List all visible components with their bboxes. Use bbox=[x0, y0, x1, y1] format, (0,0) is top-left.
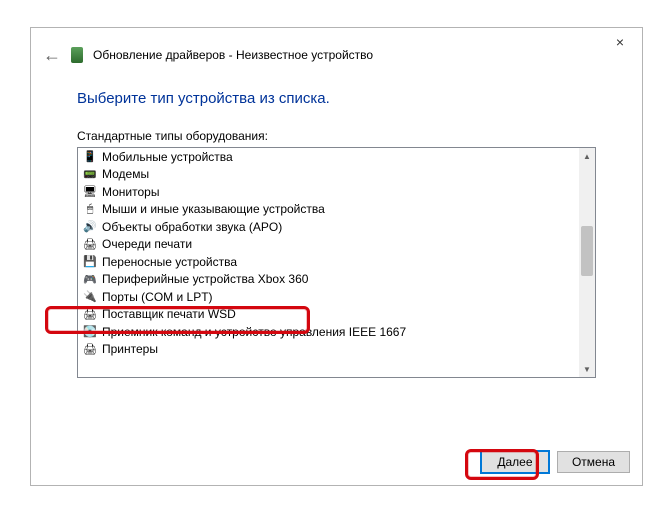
list-item-label: Очереди печати bbox=[102, 237, 192, 251]
back-arrow-icon[interactable]: ← bbox=[43, 46, 61, 64]
list-item-label: Принтеры bbox=[102, 342, 158, 356]
list-item[interactable]: 🖱 Мыши и иные указывающие устройства bbox=[78, 201, 579, 219]
list-item[interactable]: 🔊 Объекты обработки звука (APO) bbox=[78, 218, 579, 236]
list-item[interactable]: 🖥 Мониторы bbox=[78, 183, 579, 201]
mouse-icon: 🖱 bbox=[82, 202, 98, 216]
disk-icon: 💽 bbox=[82, 325, 98, 339]
page-heading: Выберите тип устройства из списка. bbox=[31, 64, 642, 107]
portable-icon: 💾 bbox=[82, 255, 98, 269]
scrollbar-track[interactable] bbox=[579, 164, 595, 361]
dialog-title: Обновление драйверов - Неизвестное устро… bbox=[93, 48, 373, 62]
list-item[interactable]: 🖨 Принтеры bbox=[78, 341, 579, 359]
list-body[interactable]: 📱Мобильные устройства 📟Модемы 🖥Мониторы … bbox=[78, 148, 579, 377]
list-item[interactable]: 🔌 Порты (COM и LPT) bbox=[78, 288, 579, 306]
list-item[interactable]: 📱 Мобильные устройства bbox=[78, 148, 579, 166]
generic-icon bbox=[82, 358, 98, 366]
list-item[interactable]: 💽 Приемник команд и устройство управления… bbox=[78, 323, 579, 341]
list-item[interactable]: 💾 Переносные устройства bbox=[78, 253, 579, 271]
gamepad-icon: 🎮 bbox=[82, 272, 98, 286]
dialog-header: ← Обновление драйверов - Неизвестное уст… bbox=[31, 28, 642, 64]
list-item-label: Периферийные устройства Xbox 360 bbox=[102, 272, 308, 286]
cancel-button[interactable]: Отмена bbox=[557, 451, 630, 473]
close-icon: × bbox=[616, 34, 624, 50]
list-item-label: Мониторы bbox=[102, 185, 159, 199]
printer-icon: 🖨 bbox=[82, 342, 98, 356]
list-item[interactable]: 🖨 Очереди печати bbox=[78, 236, 579, 254]
port-icon: 🔌 bbox=[82, 290, 98, 304]
device-icon bbox=[71, 47, 83, 63]
list-item-label: Поставщик печати WSD bbox=[102, 307, 236, 321]
mobile-icon: 📱 bbox=[82, 150, 98, 164]
printer-icon: 🖨 bbox=[82, 237, 98, 251]
scroll-up-icon[interactable]: ▲ bbox=[579, 148, 595, 164]
list-item[interactable] bbox=[78, 358, 579, 366]
scrollbar-thumb[interactable] bbox=[581, 226, 593, 276]
list-item[interactable]: 📟 Модемы bbox=[78, 166, 579, 184]
list-item-label: Переносные устройства bbox=[102, 255, 237, 269]
monitor-icon: 🖥 bbox=[82, 185, 98, 199]
window-close-button[interactable]: × bbox=[598, 28, 642, 56]
printer-icon: 🖨 bbox=[82, 307, 98, 321]
dialog-window: × ← Обновление драйверов - Неизвестное у… bbox=[30, 27, 643, 486]
dialog-buttons: Далее Отмена bbox=[481, 451, 630, 473]
next-button[interactable]: Далее bbox=[481, 451, 549, 473]
list-item-label: Модемы bbox=[102, 167, 149, 181]
list-item[interactable]: 🖨 Поставщик печати WSD bbox=[78, 306, 579, 324]
list-item[interactable]: 🎮 Периферийные устройства Xbox 360 bbox=[78, 271, 579, 289]
list-item-label: Порты (COM и LPT) bbox=[102, 290, 213, 304]
list-item-label: Объекты обработки звука (APO) bbox=[102, 220, 282, 234]
hardware-type-list: 📱Мобильные устройства 📟Модемы 🖥Мониторы … bbox=[77, 147, 596, 378]
scrollbar[interactable]: ▲ ▼ bbox=[579, 148, 595, 377]
list-item-label: Приемник команд и устройство управления … bbox=[102, 325, 406, 339]
scroll-down-icon[interactable]: ▼ bbox=[579, 361, 595, 377]
list-item-label: Мобильные устройства bbox=[102, 150, 233, 164]
list-label: Стандартные типы оборудования: bbox=[31, 107, 642, 147]
speaker-icon: 🔊 bbox=[82, 220, 98, 234]
modem-icon: 📟 bbox=[82, 167, 98, 181]
list-item-label: Мыши и иные указывающие устройства bbox=[102, 202, 325, 216]
